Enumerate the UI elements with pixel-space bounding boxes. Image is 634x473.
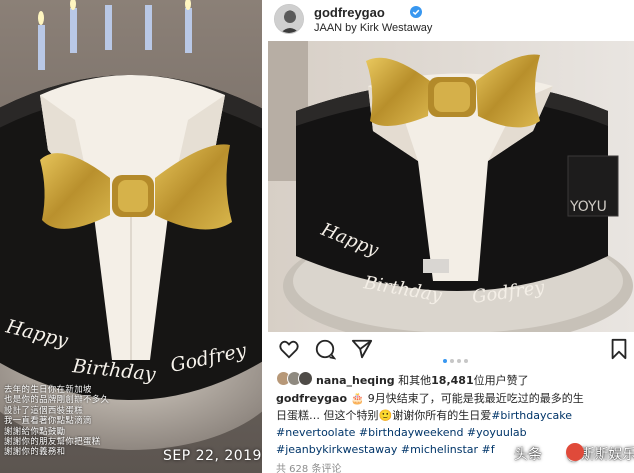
share-icon[interactable] — [351, 338, 373, 360]
story-caption-line: 也是你的品牌剛創辦不多久 — [4, 394, 110, 405]
post-header: godfreygao JAAN by Kirk Westaway — [268, 0, 634, 42]
liker-avatars — [276, 371, 314, 387]
likes-middle: 和其他 — [398, 374, 432, 387]
watermark-prefix: 头条 — [514, 447, 542, 463]
carousel-dot — [450, 359, 454, 363]
watermark: 头条 @斯斯娱乐 — [514, 440, 634, 466]
likes-text: nana_heqing 和其他18,481位用户赞了 — [316, 372, 529, 388]
caption-text: 日蛋糕… 但这个特别 — [276, 409, 379, 422]
likes-count[interactable]: 18,481 — [431, 374, 473, 387]
story-panel[interactable]: Happy Birthday Godfrey 去年的生日你在新加坡 也是你的品牌… — [0, 0, 262, 473]
caption-line: godfreygao 🎂 9月快结束了，可能是我最近吃过的最多的生 — [276, 390, 628, 407]
likes-row[interactable]: nana_heqing 和其他18,481位用户赞了 — [276, 371, 626, 389]
verified-badge-icon — [410, 6, 422, 18]
post-photo[interactable]: YOYU Happy Birthday Godfrey — [268, 41, 634, 332]
story-caption-line: 我一直看著你點點滴滴 — [4, 415, 92, 426]
story-date: SEP 22, 2019 — [163, 448, 262, 464]
hashtag-line[interactable]: #nevertoolate #birthdayweekend #yoyuulab — [276, 424, 628, 441]
story-caption: 去年的生日你在新加坡 也是你的品牌剛創辦不多久 設計了這個西裝蛋糕 我一直看著你… — [4, 384, 154, 457]
instagram-post: godfreygao JAAN by Kirk Westaway YOYU Ha… — [268, 0, 634, 473]
story-caption-line: 謝謝你的朋友幫你把蛋糕 — [4, 436, 101, 447]
carousel-indicator — [443, 348, 471, 367]
liker-avatar — [298, 371, 313, 386]
avatar-photo-icon — [275, 5, 303, 33]
post-cake-photo: YOYU Happy Birthday Godfrey — [268, 41, 634, 332]
hashtag-link[interactable]: #birthdaycake — [491, 409, 572, 422]
caption-text: 谢谢你所有的生日爱 — [392, 409, 492, 422]
post-actions-bar — [268, 334, 634, 363]
heart-icon[interactable] — [278, 338, 300, 360]
view-comments-link[interactable]: 共 628 条评论 — [276, 460, 341, 473]
post-username[interactable]: godfreygao — [314, 5, 385, 20]
story-caption-line: 謝謝給你點鼓勵 — [4, 425, 66, 436]
post-box-text: YOYU — [569, 199, 607, 215]
watermark-logo-icon — [566, 443, 584, 461]
liker-username[interactable]: nana_heqing — [316, 374, 395, 387]
caption-text: 9月快结束了，可能是我最近吃过的最多的生 — [367, 392, 584, 405]
caption-line: 日蛋糕… 但这个特别🙂谢谢你所有的生日爱#birthdaycake — [276, 407, 628, 424]
carousel-dot — [443, 359, 447, 363]
avatar[interactable] — [274, 4, 304, 34]
comment-icon[interactable] — [314, 338, 336, 360]
carousel-dot — [457, 359, 461, 363]
carousel-dot — [464, 359, 468, 363]
story-caption-line: 設計了這個西裝蛋糕 — [4, 404, 83, 415]
post-location[interactable]: JAAN by Kirk Westaway — [314, 22, 432, 34]
story-caption-line: 去年的生日你在新加坡 — [4, 384, 92, 394]
bookmark-icon[interactable] — [608, 338, 630, 360]
screenshot-page: Happy Birthday Godfrey 去年的生日你在新加坡 也是你的品牌… — [0, 0, 634, 473]
story-caption-line: 謝謝你的義務和 — [4, 446, 66, 457]
smile-emoji: 🙂 — [378, 409, 393, 422]
cake-emoji: 🎂 — [350, 392, 365, 405]
likes-suffix: 位用户赞了 — [473, 374, 529, 387]
caption-username[interactable]: godfreygao — [276, 392, 347, 405]
